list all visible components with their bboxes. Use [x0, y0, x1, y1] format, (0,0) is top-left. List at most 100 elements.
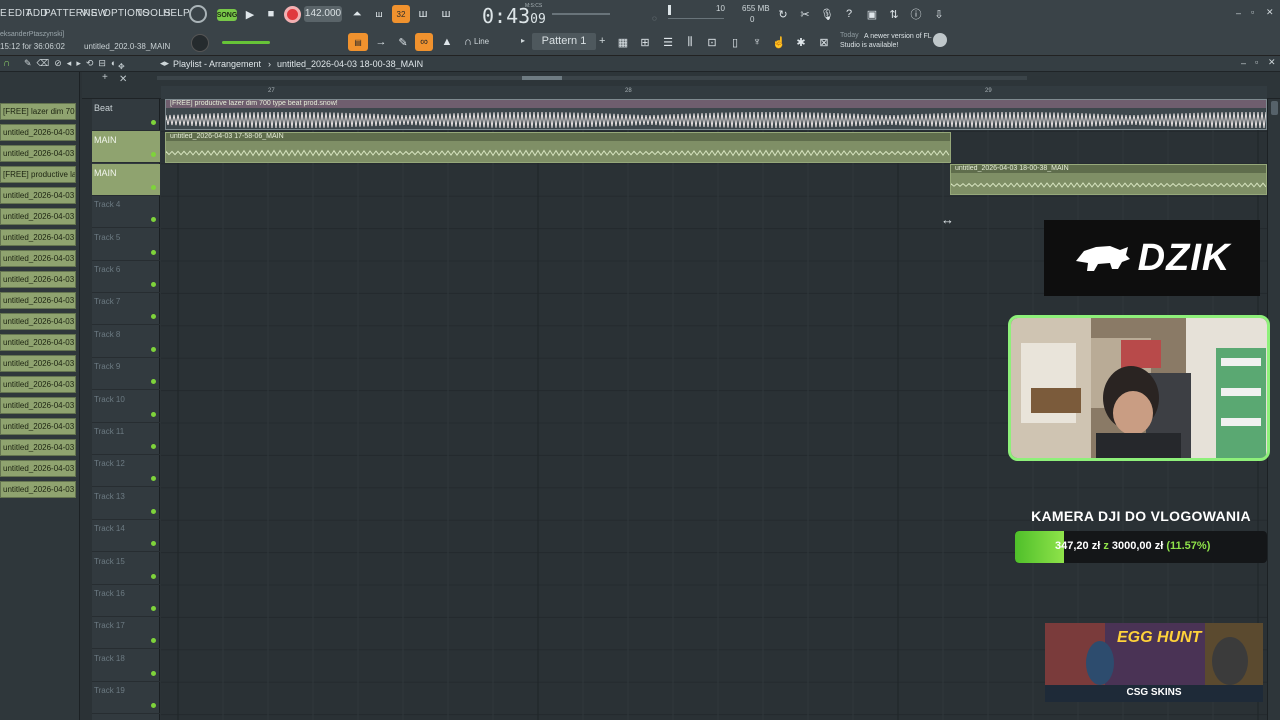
track-header[interactable]: Track 19 [92, 682, 160, 715]
track-mute-led[interactable] [151, 249, 156, 255]
stop-button[interactable]: ■ [262, 5, 280, 23]
track-header[interactable]: Track 11 [92, 423, 160, 455]
rack-channel-item[interactable]: untitled_2026-04-03 17-... [0, 208, 76, 225]
rack-channel-item[interactable]: untitled_2026-04-03 17-... [0, 376, 76, 393]
tempo-display[interactable]: 142.000 [304, 6, 342, 22]
track-header[interactable]: Track 10 [92, 391, 160, 423]
track-header[interactable]: Track 13 [92, 488, 160, 520]
menu-file[interactable]: E [0, 8, 7, 19]
add-track-icon[interactable]: + [102, 72, 108, 83]
song-mode-toggle[interactable]: SONG [217, 9, 237, 21]
rack-channel-item[interactable]: untitled_2026-04-03 18-... [0, 481, 76, 498]
magnet-snap-icon[interactable]: ∩ [3, 58, 10, 69]
rack-channel-item[interactable]: untitled_2026-04-03 17-... [0, 355, 76, 372]
touch-icon[interactable]: ☝ [770, 33, 788, 51]
track-mute-led[interactable] [151, 120, 156, 125]
step-edit-icon[interactable]: ш [414, 5, 432, 23]
track-header[interactable]: Track 4 [92, 196, 160, 229]
wait-input-icon[interactable]: ш [370, 5, 388, 23]
refresh-icon[interactable]: ↻ [774, 5, 792, 23]
track-mute-led[interactable] [151, 670, 156, 676]
download-icon[interactable]: ⇩ [930, 5, 948, 23]
track-header[interactable]: Track 16 [92, 585, 160, 617]
track-mute-led[interactable] [151, 606, 156, 611]
track-header[interactable]: Track 5 [92, 229, 160, 261]
track-mute-led[interactable] [151, 411, 156, 417]
rack-channel-item[interactable]: untitled_2026-04-03 17-... [0, 229, 76, 246]
fl-logo-icon[interactable] [933, 33, 947, 47]
info-icon[interactable]: ⓘ [907, 5, 925, 23]
main-clip-2[interactable]: untitled_2026-04-03 18-00-38_MAIN [950, 164, 1267, 195]
track-mute-led[interactable] [151, 508, 156, 514]
track-header[interactable]: Track 15 [92, 553, 160, 585]
track-mute-led[interactable] [151, 379, 156, 385]
rack-channel-item[interactable]: [FREE] productive la... [0, 166, 76, 183]
track-mute-led[interactable] [151, 444, 156, 449]
track-header[interactable]: Track 8 [92, 326, 160, 358]
rack-channel-item[interactable]: untitled_2026-04-03 17-... [0, 187, 76, 204]
track-mute-led[interactable] [151, 476, 156, 482]
save-icon[interactable]: ▣ [863, 5, 881, 23]
move-icon[interactable]: ✥ [118, 62, 125, 71]
timeline-ruler[interactable]: 27 28 29 [161, 86, 1267, 99]
track-mute-led[interactable] [151, 282, 156, 287]
track-mute-led[interactable] [151, 152, 156, 158]
track-header[interactable]: MAIN [92, 163, 160, 196]
master-volume-slider[interactable] [222, 41, 270, 44]
piano-roll-icon[interactable]: ⊞ [636, 33, 654, 51]
shop-icon[interactable]: ⊠ [815, 33, 833, 51]
arrow-tool-icon[interactable]: → [372, 33, 390, 51]
playlist-maximize-icon[interactable]: ▫ [1255, 57, 1258, 67]
playlist-breadcrumb[interactable]: untitled_2026-04-03 18-00-38_MAIN [277, 59, 423, 69]
remove-track-icon[interactable]: ✕ [119, 74, 127, 85]
menu-help[interactable]: HELP [163, 8, 190, 19]
browser-icon[interactable]: ⊡ [703, 33, 721, 51]
overview-scroller[interactable] [157, 76, 1027, 80]
rack-channel-item[interactable]: untitled_2026-04-03 18-... [0, 460, 76, 477]
loop-record-icon[interactable]: ш [437, 5, 455, 23]
track-header[interactable]: Track 9 [92, 358, 160, 391]
track-header[interactable]: Track 14 [92, 520, 160, 553]
cut-icon[interactable]: ✂ [796, 5, 814, 23]
close-icon[interactable]: ✕ [1266, 7, 1274, 18]
rack-channel-item[interactable]: untitled_2026-04-03 17-... [0, 250, 76, 267]
time-scroller[interactable] [552, 13, 610, 15]
master-pitch-knob[interactable] [191, 34, 209, 52]
record-button[interactable] [284, 6, 301, 23]
metronome-icon[interactable]: ⏶ [348, 5, 366, 23]
track-mute-led[interactable] [151, 638, 156, 644]
rack-channel-item[interactable]: untitled_2026-04-03 18-... [0, 418, 76, 435]
pattern-prev-icon[interactable]: ▸ [521, 36, 525, 45]
track-mute-led[interactable] [151, 346, 156, 352]
microphone-icon[interactable]: 🎙 [818, 5, 836, 23]
rack-channel-item[interactable]: untitled_2026-04-03 17-... [0, 334, 76, 351]
playlist-tools-icon[interactable]: ✎⌫⊘◂▸⟲⊟◐ [24, 58, 121, 69]
mixer-icon[interactable]: ⇅ [885, 5, 903, 23]
master-volume-knob[interactable] [189, 5, 207, 23]
rack-channel-item[interactable]: [FREE] lazer dim 700... [0, 103, 76, 120]
playlist-minimize-icon[interactable]: – [1241, 58, 1246, 68]
playlist-icon[interactable]: ▦ [614, 33, 632, 51]
playlist-close-icon[interactable]: ✕ [1268, 57, 1276, 68]
rack-channel-item[interactable]: untitled_2026-04-03 17-... [0, 313, 76, 330]
paint-tool-icon[interactable]: ✎ [394, 33, 412, 51]
update-notice[interactable]: A newer version of FL Studio is availabl… [840, 32, 932, 50]
snap-selector[interactable]: Line [474, 37, 489, 46]
track-header[interactable]: Track 6 [92, 261, 160, 293]
stamp-icon[interactable]: ▲ [438, 33, 456, 51]
rack-channel-item[interactable]: untitled_2026-04-03 18-... [0, 439, 76, 456]
play-button[interactable]: ▶ [241, 5, 259, 23]
tempo-tap-icon[interactable]: ✱ [792, 33, 810, 51]
rack-channel-item[interactable]: untitled_2026-04-03 17-... [0, 124, 76, 141]
rack-channel-item[interactable]: untitled_2026-04-03 17-... [0, 397, 76, 414]
track-mute-led[interactable] [151, 184, 156, 190]
maximize-icon[interactable]: ▫ [1251, 7, 1254, 17]
track-header[interactable]: Track 18 [92, 650, 160, 682]
track-mute-led[interactable] [151, 314, 156, 320]
channel-rack-icon[interactable]: ☰ [659, 33, 677, 51]
track-header[interactable]: MAIN [92, 131, 160, 164]
countdown-icon[interactable]: 32 [392, 5, 410, 23]
beat-clip[interactable]: [FREE] productive lazer dim 700 type bea… [165, 99, 1267, 130]
rack-channel-item[interactable]: untitled_2026-04-03 17-... [0, 271, 76, 288]
add-pattern-icon[interactable]: + [599, 35, 605, 47]
